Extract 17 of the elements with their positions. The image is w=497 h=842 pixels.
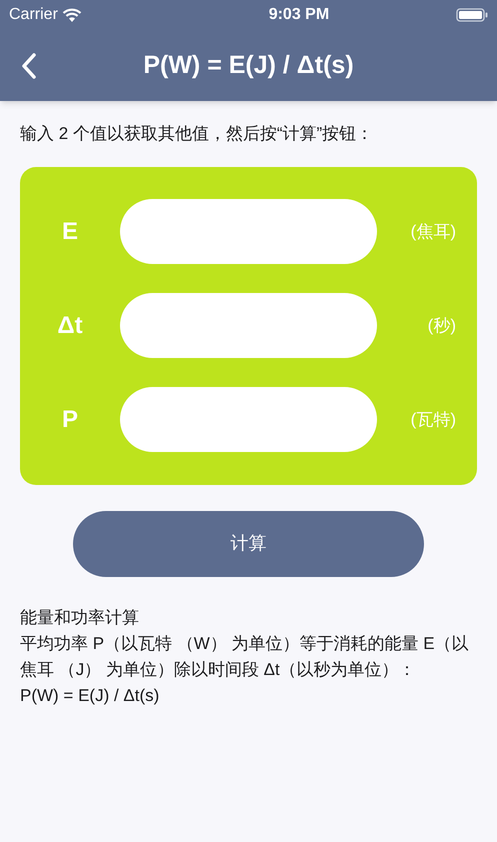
carrier-label: Carrier xyxy=(9,5,58,25)
description-text: 平均功率 P（以瓦特 （W） 为单位）等于消耗的能量 E（以焦耳 （J） 为单位）除以时间段 Δt（以秒为单位）： xyxy=(20,632,470,680)
unit-label: (焦耳) xyxy=(410,220,456,243)
description-heading: 能量和功率计算 xyxy=(20,606,140,628)
battery-icon xyxy=(456,8,488,22)
calculate-button[interactable]: 计算 xyxy=(73,510,424,576)
unit-label: (秒) xyxy=(428,314,456,337)
field-label: Δt xyxy=(57,310,83,340)
instruction-text: 输入 2 个值以获取其他值，然后按“计算”按钮： xyxy=(20,123,374,145)
field-label: P xyxy=(62,404,78,434)
nav-title: P(W) = E(J) / Δt(s) xyxy=(143,50,354,79)
status-time: 9:03 PM xyxy=(268,5,330,25)
field-label: E xyxy=(62,216,78,246)
wifi-icon xyxy=(62,8,82,22)
unit-label: (瓦特) xyxy=(410,408,456,431)
back-icon[interactable] xyxy=(21,53,37,79)
formula-text: P(W) = E(J) / Δt(s) xyxy=(20,684,160,706)
